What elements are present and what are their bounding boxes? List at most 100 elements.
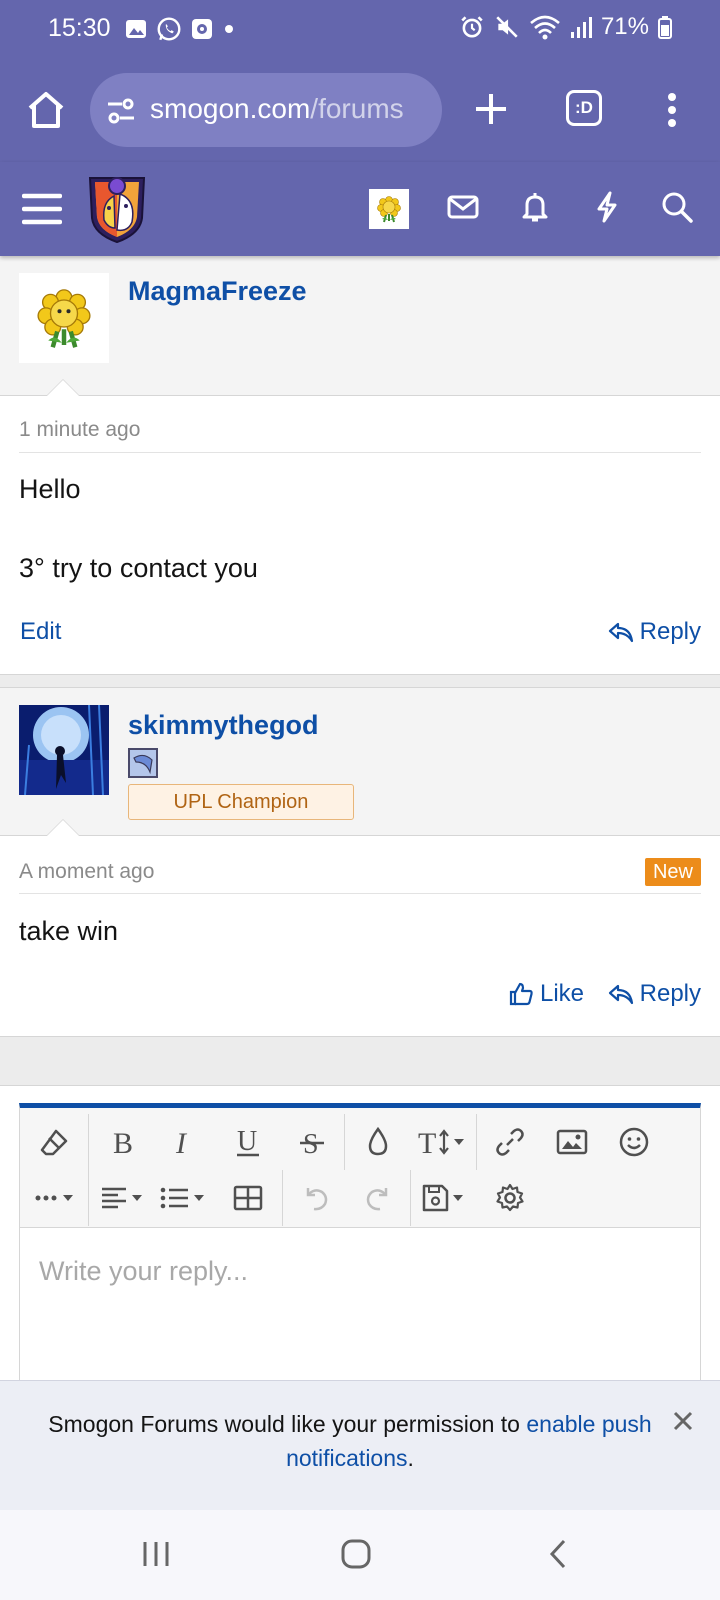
address-bar[interactable]: smogon.com/forums xyxy=(90,73,442,147)
table-icon xyxy=(233,1185,263,1211)
post-username[interactable]: MagmaFreeze xyxy=(128,276,307,307)
drafts-button[interactable] xyxy=(418,1174,474,1222)
recent-apps-button[interactable] xyxy=(140,1538,172,1570)
url-host: smogon.com xyxy=(150,93,311,124)
close-icon xyxy=(673,1411,693,1431)
more-vertical-icon xyxy=(668,93,676,127)
hamburger-icon xyxy=(22,193,62,225)
svg-text:T: T xyxy=(418,1127,436,1158)
post-date[interactable]: A moment ago xyxy=(19,860,154,884)
post-message-line: Hello xyxy=(19,474,81,504)
text-color-button[interactable] xyxy=(354,1118,402,1166)
status-time: 15:30 xyxy=(48,14,111,42)
reply-label: Reply xyxy=(639,980,701,1007)
sunflora-avatar-icon xyxy=(377,196,401,223)
chevron-left-icon xyxy=(549,1539,566,1569)
italic-button[interactable]: I xyxy=(160,1118,208,1166)
home-nav-button[interactable] xyxy=(340,1538,372,1570)
post-pointer xyxy=(46,379,80,396)
home-button[interactable] xyxy=(24,88,68,132)
toolbar-separator xyxy=(88,1170,89,1226)
site-settings-icon[interactable] xyxy=(106,97,136,125)
dismiss-notice-button[interactable] xyxy=(671,1409,695,1433)
insert-image-button[interactable] xyxy=(548,1118,596,1166)
reply-button[interactable]: Reply xyxy=(608,618,701,646)
moon-avatar-icon xyxy=(19,705,109,795)
reply-icon xyxy=(608,622,633,643)
smogon-logo-icon xyxy=(88,177,146,244)
redo-icon xyxy=(366,1188,388,1211)
smogon-logo[interactable] xyxy=(84,172,150,244)
reply-input[interactable]: Write your reply... xyxy=(39,1256,248,1287)
avatar[interactable] xyxy=(19,705,109,795)
whatsapp-icon xyxy=(157,17,181,41)
account-avatar[interactable] xyxy=(369,189,409,229)
url-path: /forums xyxy=(310,93,404,124)
reply-editor: B I U S T Write your reply... xyxy=(19,1103,701,1403)
inbox-button[interactable] xyxy=(446,190,480,224)
reply-icon xyxy=(608,984,633,1005)
envelope-icon xyxy=(447,195,479,219)
svg-text:I: I xyxy=(175,1127,188,1157)
reply-label: Reply xyxy=(639,618,701,645)
more-options-button[interactable] xyxy=(30,1174,82,1222)
url-text: smogon.com/forums xyxy=(150,93,404,125)
home-icon xyxy=(28,92,64,128)
battery-percent: 71% xyxy=(600,13,649,40)
edit-button[interactable]: Edit xyxy=(20,618,61,646)
post-divider xyxy=(19,893,701,894)
back-button[interactable] xyxy=(546,1538,570,1570)
redo-button[interactable] xyxy=(354,1174,402,1222)
list-button[interactable] xyxy=(156,1174,212,1222)
insert-smilie-button[interactable] xyxy=(610,1118,658,1166)
user-banner-icon xyxy=(128,748,158,778)
post-message-line: take win xyxy=(19,916,119,946)
insert-table-button[interactable] xyxy=(224,1174,272,1222)
insert-link-button[interactable] xyxy=(486,1118,534,1166)
post-body: 1 minute ago Hello 3° try to contact you… xyxy=(0,396,720,674)
forum-header xyxy=(0,162,720,256)
strikethrough-button[interactable]: S xyxy=(288,1118,336,1166)
browser-toolbar: smogon.com/forums :D xyxy=(0,56,720,162)
alerts-button[interactable] xyxy=(518,190,552,224)
home-circle-icon xyxy=(341,1539,371,1569)
align-button[interactable] xyxy=(96,1174,152,1222)
toolbar-separator xyxy=(344,1114,345,1170)
svg-text:U: U xyxy=(237,1126,257,1157)
tab-switcher-button[interactable]: :D xyxy=(566,90,602,126)
thumbs-up-icon xyxy=(509,982,533,1006)
font-size-button[interactable]: T xyxy=(416,1118,472,1166)
post-separator xyxy=(0,674,720,688)
dot-icon xyxy=(225,25,233,33)
like-button[interactable]: Like xyxy=(508,980,584,1008)
reply-button[interactable]: Reply xyxy=(608,980,701,1008)
undo-button[interactable] xyxy=(292,1174,340,1222)
whats-new-button[interactable] xyxy=(590,190,624,224)
clear-formatting-button[interactable] xyxy=(30,1118,78,1166)
editor-toolbar: B I U S T xyxy=(20,1108,700,1228)
post-date[interactable]: 1 minute ago xyxy=(19,418,140,442)
underline-button[interactable]: U xyxy=(224,1118,272,1166)
new-tab-button[interactable] xyxy=(472,90,510,128)
notification-icons xyxy=(124,16,236,42)
bold-button[interactable]: B xyxy=(98,1118,146,1166)
edit-label: Edit xyxy=(20,618,62,645)
alarm-icon xyxy=(461,16,483,38)
system-navigation-bar xyxy=(0,1510,720,1600)
post-username[interactable]: skimmythegod xyxy=(128,710,319,741)
wifi-icon xyxy=(530,15,560,40)
toolbar-separator xyxy=(282,1170,283,1226)
system-status: 71% xyxy=(459,13,672,41)
post-pointer xyxy=(46,819,80,836)
sunflora-avatar-icon xyxy=(37,289,91,348)
avatar[interactable] xyxy=(19,273,109,363)
editor-settings-button[interactable] xyxy=(486,1174,534,1222)
post-divider xyxy=(19,452,701,453)
nav-menu-button[interactable] xyxy=(22,192,62,226)
push-notification-banner: Smogon Forums would like your permission… xyxy=(0,1380,720,1510)
search-button[interactable] xyxy=(660,190,694,224)
align-left-icon xyxy=(102,1187,142,1209)
toolbar-separator xyxy=(88,1114,89,1170)
browser-menu-button[interactable] xyxy=(666,92,678,128)
status-bar: 15:30 71% xyxy=(0,0,720,56)
